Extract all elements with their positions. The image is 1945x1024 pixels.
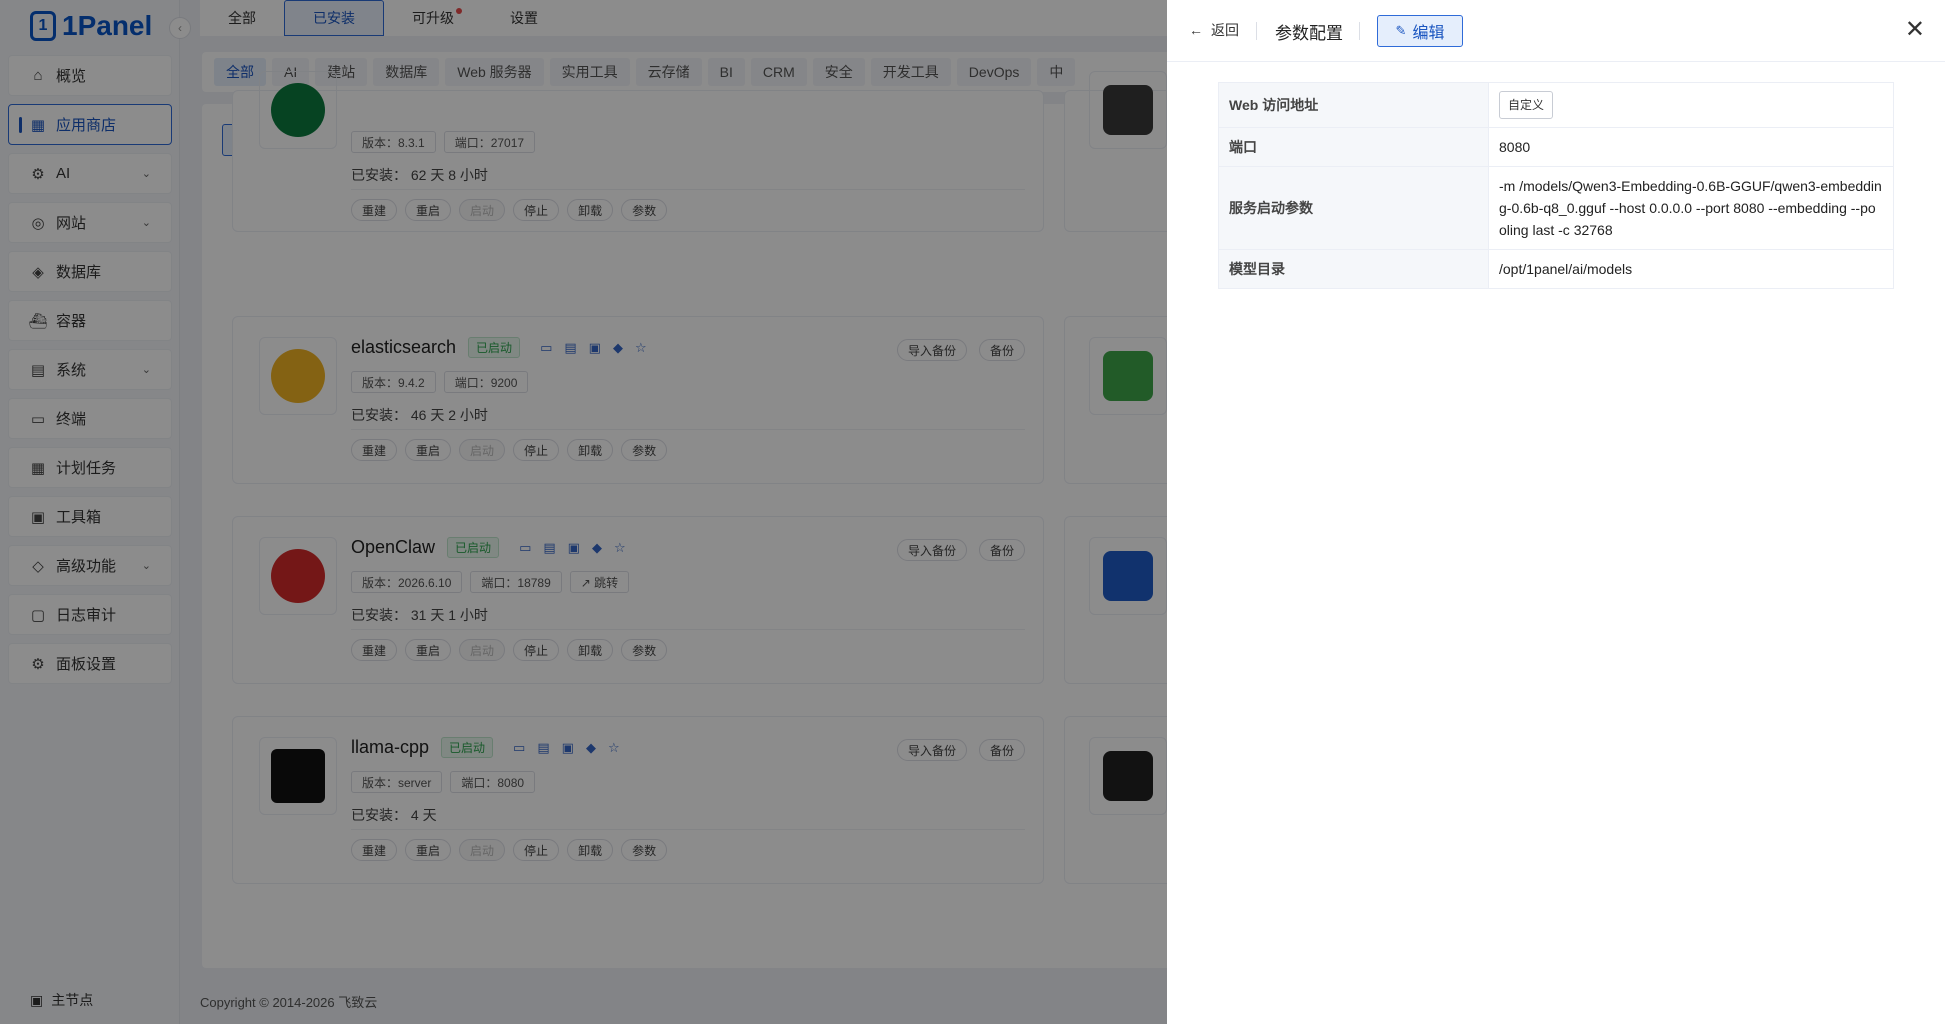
divider — [1359, 22, 1360, 40]
param-key: 服务启动参数 — [1218, 166, 1489, 250]
param-key: Web 访问地址 — [1218, 82, 1489, 128]
back-button[interactable]: ← 返回 — [1189, 20, 1239, 40]
param-key: 模型目录 — [1218, 249, 1489, 289]
modal-overlay[interactable] — [0, 0, 1167, 1024]
back-label: 返回 — [1211, 22, 1239, 38]
param-value: -m /models/Qwen3-Embedding-0.6B-GGUF/qwe… — [1488, 166, 1894, 250]
drawer-title: 参数配置 — [1275, 24, 1343, 43]
edit-label: 编辑 — [1412, 25, 1445, 42]
param-value: 8080 — [1488, 127, 1894, 167]
drawer-header: ← 返回 参数配置 ✎ 编辑 ✕ — [1167, 0, 1945, 62]
divider — [1256, 22, 1257, 40]
edit-button[interactable]: ✎ 编辑 — [1377, 15, 1463, 47]
param-row: Web 访问地址 自定义 — [1218, 82, 1894, 128]
param-key: 端口 — [1218, 127, 1489, 167]
param-value: 自定义 — [1488, 82, 1894, 128]
param-row: 模型目录/opt/1panel/ai/models — [1218, 249, 1894, 289]
custom-tag: 自定义 — [1499, 91, 1554, 119]
param-row: 端口 8080 — [1218, 127, 1894, 167]
close-icon[interactable]: ✕ — [1905, 16, 1925, 44]
edit-icon: ✎ — [1395, 23, 1407, 38]
param-row: 服务启动参数 -m /models/Qwen3-Embedding-0.6B-GG… — [1218, 166, 1894, 250]
arrow-left-icon: ← — [1189, 22, 1203, 38]
param-table: Web 访问地址 自定义 端口 8080 服务启动参数 -m /models/Qwen3-… — [1218, 82, 1894, 289]
param-config-drawer: ← 返回 参数配置 ✎ 编辑 ✕ Web 访问地址 自定义 端口 8080 服务启动参数… — [1167, 0, 1945, 1024]
param-value: /opt/1panel/ai/models — [1488, 249, 1894, 289]
